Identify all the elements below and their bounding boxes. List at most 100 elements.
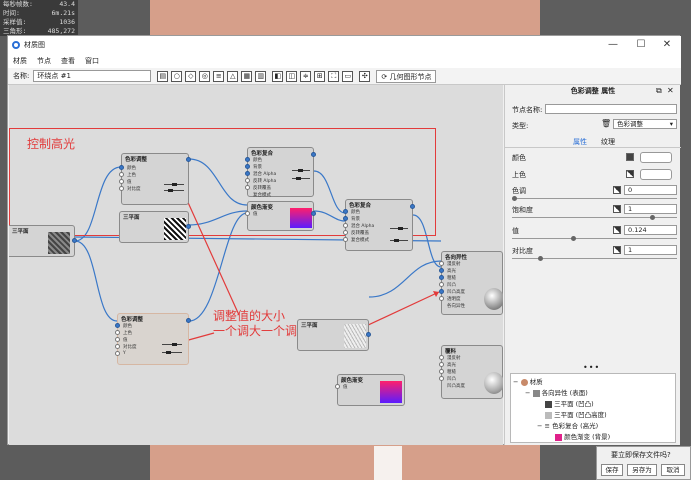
prop-color-input[interactable]	[640, 152, 672, 163]
warning-icon[interactable]: △	[227, 70, 239, 82]
prop-saturation-checkbox[interactable]	[613, 205, 621, 213]
port-diffuse-opacity[interactable]	[439, 296, 444, 301]
prop-value-input[interactable]: 0.124	[624, 225, 677, 235]
node-diffuse[interactable]: 各向异性 漫反射 高光 粗糙 凹凸 凹凸高度 透明度 各向异性	[439, 251, 503, 315]
port-tint[interactable]	[119, 172, 124, 177]
port-mix-a-mode[interactable]	[245, 185, 250, 190]
prop-contrast-knob[interactable]	[538, 256, 543, 261]
prop-tint-input[interactable]	[640, 169, 672, 180]
port-material-specular[interactable]	[439, 362, 444, 367]
port-value2[interactable]	[115, 337, 120, 342]
tab-texture[interactable]: 纹理	[601, 137, 615, 147]
menu-view[interactable]: 查看	[61, 56, 75, 66]
node-canvas[interactable]: 控制高光 调整值的大小 一个调大一个调小 三平面 色彩调整 颜色 上色 值 对比…	[9, 85, 503, 445]
sphere-icon[interactable]: ○	[171, 70, 183, 82]
port-diffuse-bump[interactable]	[439, 282, 444, 287]
panel-detach-icon[interactable]: ⧉	[656, 86, 662, 96]
node-color-adjust-bottom-output[interactable]	[186, 318, 191, 323]
port-contrast[interactable]	[119, 186, 124, 191]
port-y2[interactable]	[115, 351, 120, 356]
node-gradient-a[interactable]: 颜色渐变 值	[245, 201, 316, 231]
prop-value-slider[interactable]	[512, 238, 677, 239]
layers-icon[interactable]: ◫	[286, 70, 298, 82]
node-gradient-a-output[interactable]	[311, 211, 316, 216]
port-mix-b-alpha[interactable]	[343, 223, 348, 228]
tree-collapse-icon[interactable]: −	[525, 389, 530, 397]
save-as-button[interactable]: 另存为	[627, 464, 657, 476]
material-tree[interactable]: − 材质 − 各向异性 (表面) 三平面 (凹凸) 三平面 (凹凸高度) − ≡…	[510, 373, 676, 443]
trash-icon[interactable]: 🗑	[601, 119, 611, 128]
port-color[interactable]	[119, 165, 124, 170]
port-color2[interactable]	[115, 323, 120, 328]
node-mix-a[interactable]: 色彩复合 颜色 背景 混合 Alpha 反转 Alpha 反转覆盖 复合模式	[245, 147, 316, 198]
node-color-adjust-bottom[interactable]: 色彩调整 颜色 上色 值 对比度 Y	[115, 313, 191, 365]
port-material-roughness[interactable]	[439, 369, 444, 374]
port-mix-b-color[interactable]	[343, 209, 348, 214]
grid-icon[interactable]: ▦	[241, 70, 253, 82]
node-three-plane-b-output[interactable]	[366, 332, 371, 337]
prop-hue-input[interactable]: 0	[624, 185, 677, 195]
node-color-adjust-top[interactable]: 色彩调整 颜色 上色 值 对比度	[119, 153, 191, 205]
prop-contrast-checkbox[interactable]	[613, 246, 621, 254]
node-left[interactable]: 三平面	[9, 225, 77, 257]
fit-icon[interactable]: ⛶	[328, 70, 340, 82]
prop-contrast-slider[interactable]	[512, 258, 677, 259]
prop-hue-knob[interactable]	[512, 196, 517, 201]
node-mix-b-output[interactable]	[410, 204, 415, 209]
port-gradient-b-value[interactable]	[335, 384, 340, 389]
expand-icon[interactable]: ▭	[342, 70, 354, 82]
port-diffuse-specular[interactable]	[439, 268, 444, 273]
node-left-output-port[interactable]	[72, 238, 77, 243]
node-material[interactable]: 覆料 漫反射 高光 粗糙 凹凸 凹凸高度	[439, 345, 503, 399]
tree-item-three-plane-bump-height[interactable]: 三平面 (凹凸高度)	[545, 409, 607, 419]
menu-material[interactable]: 材质	[13, 56, 27, 66]
port-mix-a-alpha[interactable]	[245, 171, 250, 176]
tree-item-gradient-bg[interactable]: 颜色渐变 (背景)	[555, 431, 610, 441]
minimize-button[interactable]: —	[600, 36, 626, 54]
port-mix-b-inv[interactable]	[343, 230, 348, 235]
save-button[interactable]: 保存	[601, 464, 623, 476]
maximize-button[interactable]: ☐	[628, 36, 654, 54]
prop-tint-checkbox[interactable]	[626, 170, 634, 178]
menu-node[interactable]: 节点	[37, 56, 51, 66]
node-name-input[interactable]	[545, 104, 677, 114]
prop-color-swatch[interactable]	[626, 153, 634, 161]
cancel-button[interactable]: 取消	[661, 464, 685, 476]
tree-item-mix-specular[interactable]: − ≡ 色彩复合 (高光)	[537, 420, 598, 430]
prop-hue-checkbox[interactable]	[613, 186, 621, 194]
close-button[interactable]: ✕	[654, 36, 680, 54]
port-mix-a-bg[interactable]	[245, 164, 250, 169]
prop-hue-slider[interactable]	[512, 198, 677, 199]
prop-contrast-input[interactable]: 1	[624, 245, 677, 255]
pin-icon[interactable]: ✣	[359, 70, 371, 82]
port-material-diffuse[interactable]	[439, 355, 444, 360]
tree-item-three-plane-bump[interactable]: 三平面 (凹凸)	[545, 398, 594, 408]
node-three-plane-a-output[interactable]	[186, 224, 191, 229]
tree-collapse-icon[interactable]: −	[513, 378, 518, 386]
copy-icon[interactable]: ◧	[272, 70, 284, 82]
port-value[interactable]	[119, 179, 124, 184]
port-diffuse-bump-height[interactable]	[439, 289, 444, 294]
prop-value-knob[interactable]	[571, 236, 576, 241]
name-input[interactable]: 环绕点 #1	[33, 70, 152, 82]
panel-close-icon[interactable]: ✕	[667, 86, 674, 95]
prop-saturation-knob[interactable]	[650, 215, 655, 220]
port-contrast2[interactable]	[115, 344, 120, 349]
target-icon[interactable]: ◎	[199, 70, 211, 82]
port-mix-b-bg[interactable]	[343, 216, 348, 221]
port-diffuse-roughness[interactable]	[439, 275, 444, 280]
prop-value-checkbox[interactable]	[613, 226, 621, 234]
node-mix-b[interactable]: 色彩复合 颜色 背景 混合 Alpha 反转覆盖 复合模式	[343, 199, 415, 251]
tree-item-anisotropic[interactable]: − 各向异性 (表面)	[525, 387, 588, 397]
port-gradient-a-value[interactable]	[245, 211, 250, 216]
port-mix-a-color[interactable]	[245, 157, 250, 162]
geometry-node-button[interactable]: ⟳ 几何图形节点	[376, 69, 437, 83]
node-three-plane-a[interactable]: 三平面	[119, 211, 191, 243]
node-color-adjust-top-output[interactable]	[186, 157, 191, 162]
node-gradient-b[interactable]: 颜色渐变 值	[335, 374, 405, 406]
link-icon[interactable]: ⊞	[314, 70, 326, 82]
sliders-icon[interactable]: ≡	[213, 70, 225, 82]
prop-saturation-input[interactable]: 1	[624, 204, 677, 214]
port-tint2[interactable]	[115, 330, 120, 335]
tree-collapse-icon[interactable]: −	[537, 422, 542, 430]
